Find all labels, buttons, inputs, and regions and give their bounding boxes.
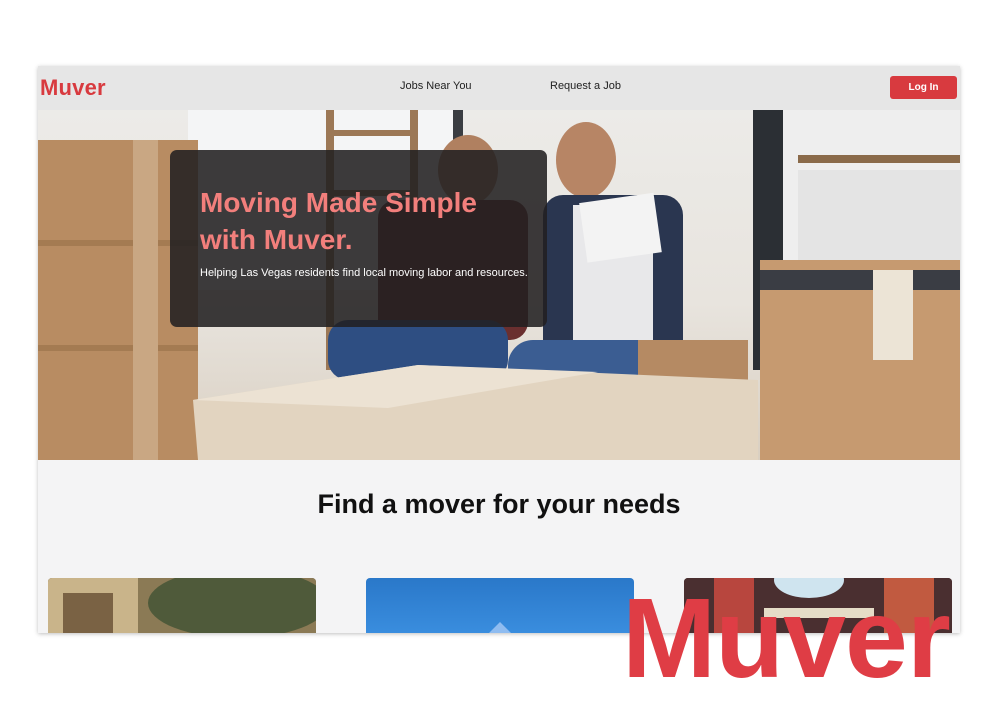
overlay-brand-logo: Muver (622, 575, 951, 701)
nav-link-request-a-job[interactable]: Request a Job (550, 80, 621, 92)
nav-link-jobs-near-you[interactable]: Jobs Near You (400, 80, 472, 92)
navbar: Muver Jobs Near You Request a Job Log In (38, 66, 960, 110)
hero-title: Moving Made Simple with Muver. (200, 187, 477, 255)
mover-card-1[interactable] (48, 578, 316, 633)
card-image-home-icon (489, 622, 511, 633)
hero-card: Moving Made Simple with Muver. Helping L… (170, 150, 547, 327)
section-title: Find a mover for your needs (317, 489, 681, 519)
hero-section: Moving Made Simple with Muver. Helping L… (38, 110, 960, 460)
browser-screenshot-frame: Muver Jobs Near You Request a Job Log In (38, 66, 960, 633)
card-image-house (48, 578, 316, 633)
hero-subtitle: Helping Las Vegas residents find local m… (200, 267, 528, 279)
login-button[interactable]: Log In (890, 76, 957, 99)
brand-logo[interactable]: Muver (40, 75, 106, 101)
mover-card-2[interactable] (366, 578, 634, 633)
